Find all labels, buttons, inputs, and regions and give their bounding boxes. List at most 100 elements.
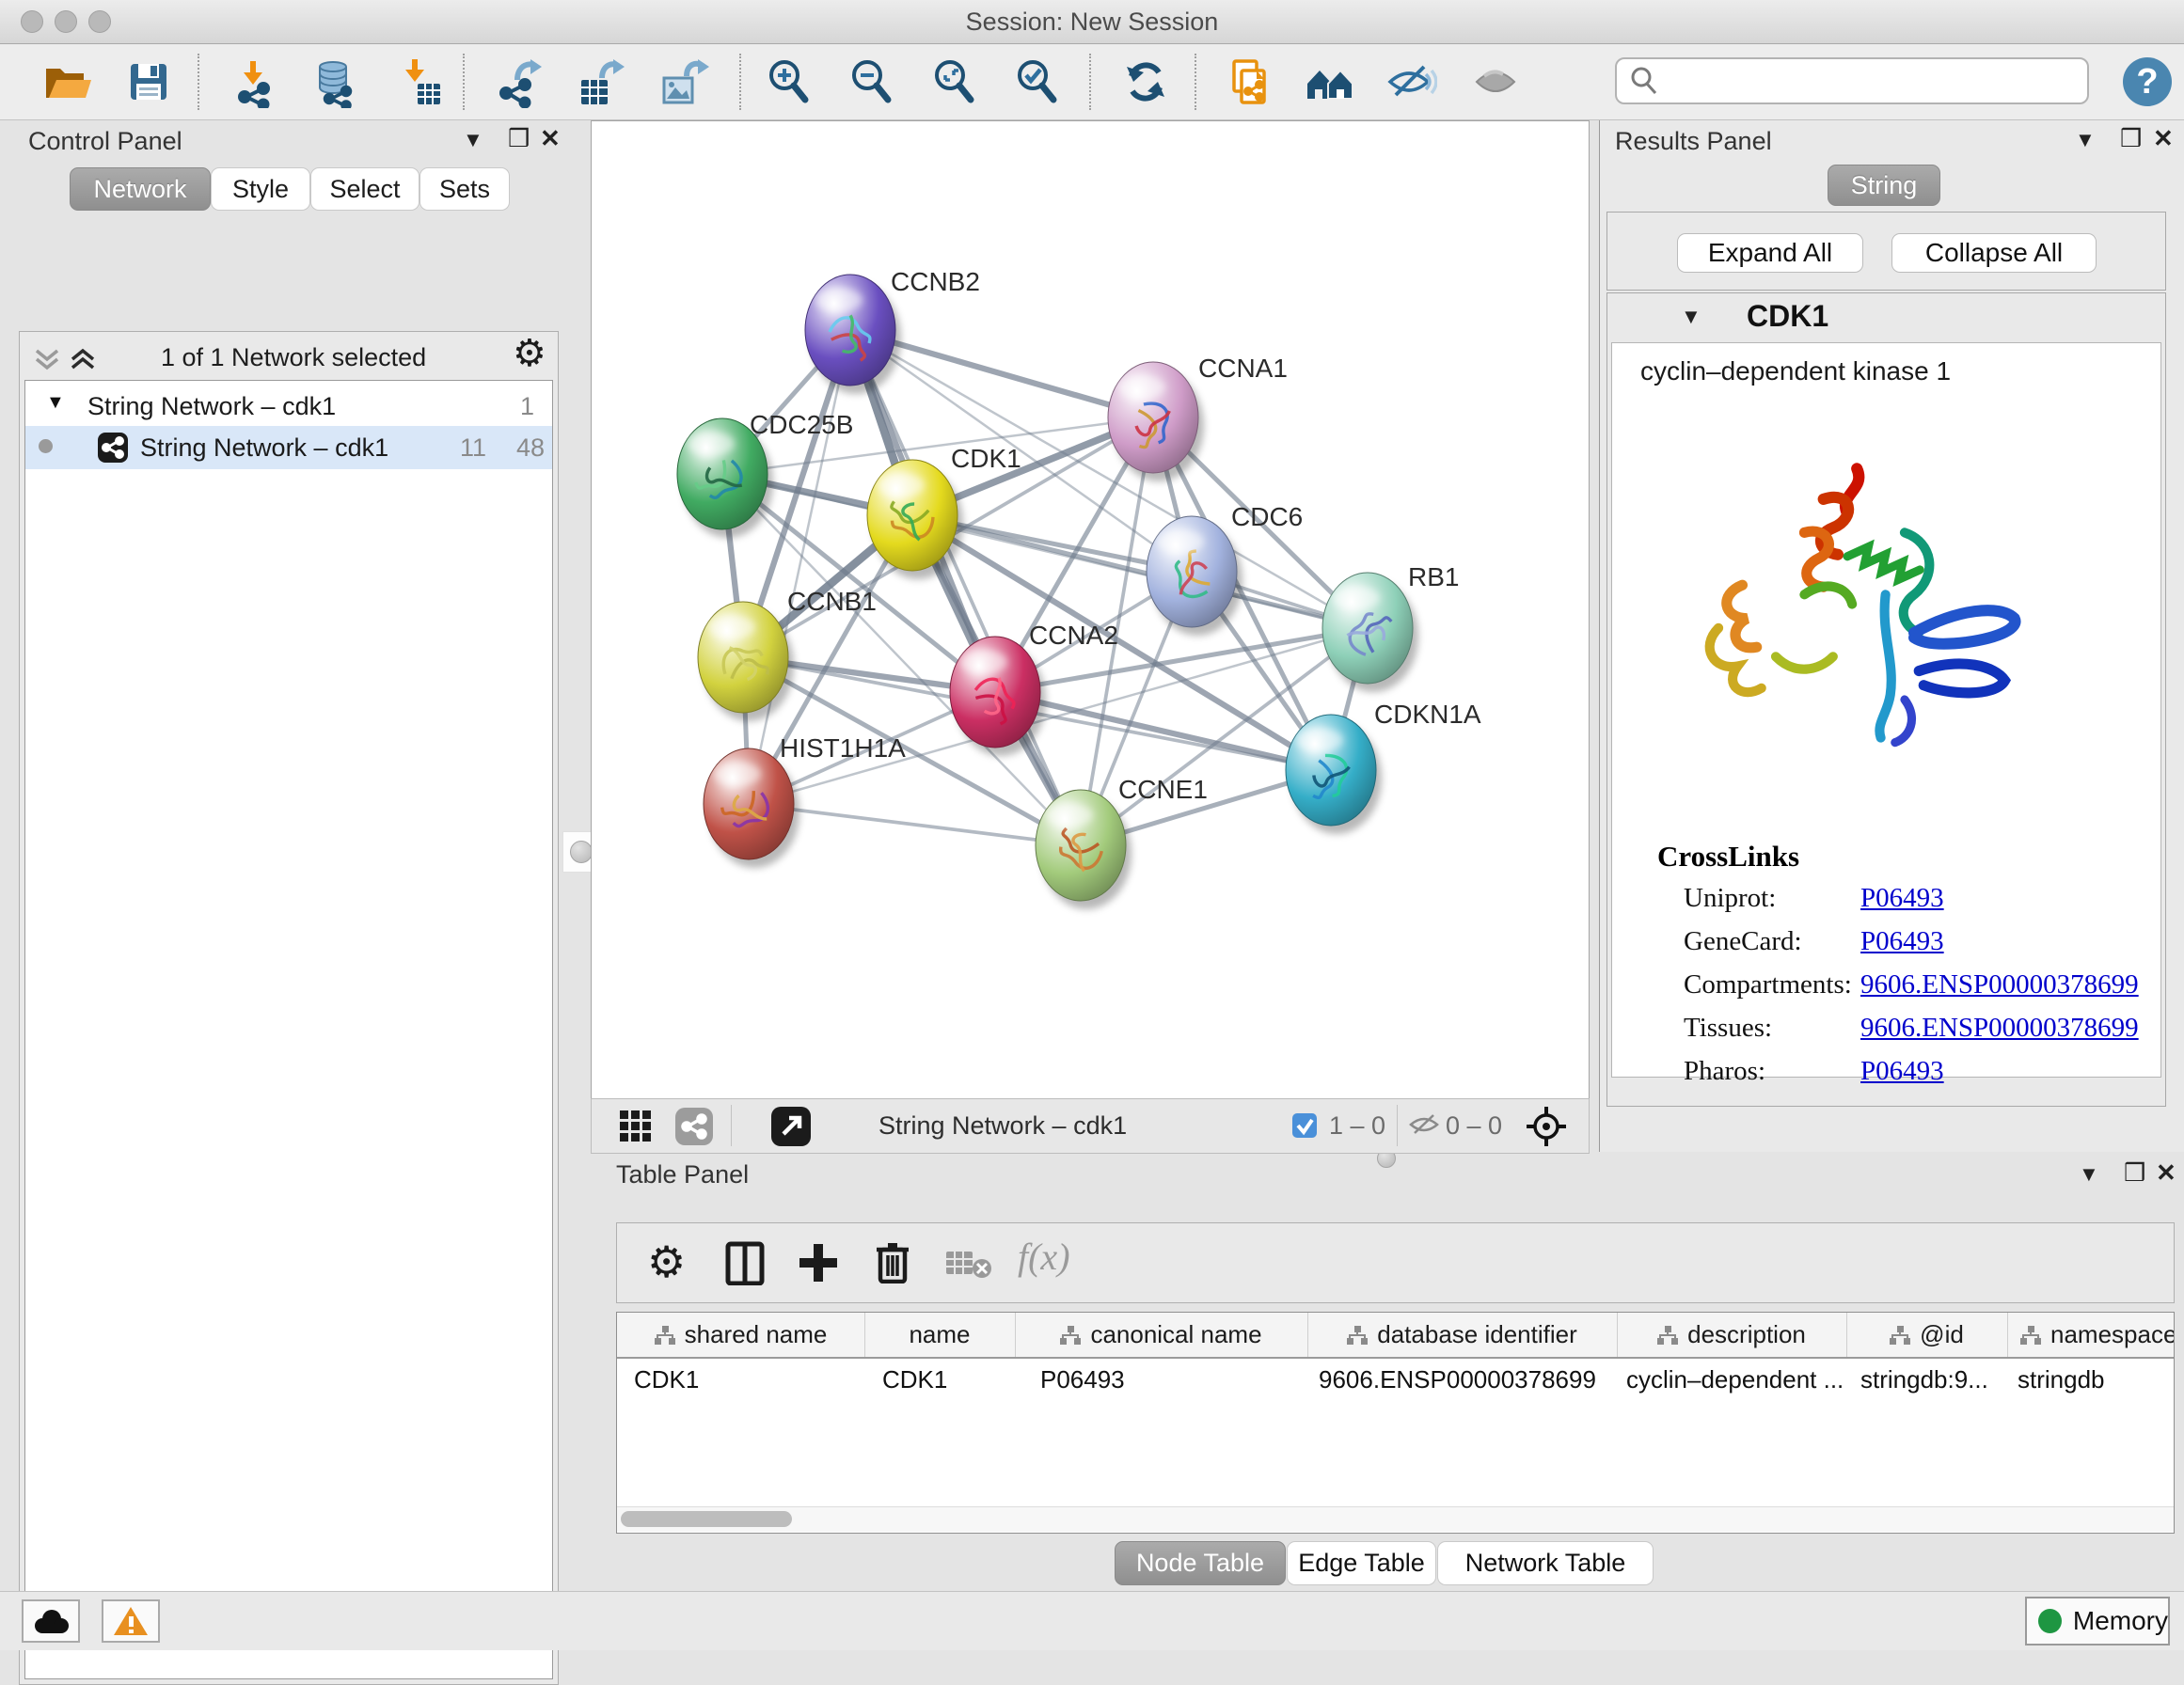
export-image-button[interactable] xyxy=(657,55,709,108)
column-header-canonical-name[interactable]: canonical name xyxy=(1015,1313,1308,1357)
create-column-icon[interactable] xyxy=(796,1240,841,1290)
tab-string[interactable]: String xyxy=(1828,165,1940,206)
table-panel-title: Table Panel xyxy=(616,1160,749,1189)
column-header-name[interactable]: name xyxy=(864,1313,1016,1357)
help-button[interactable]: ? xyxy=(2118,53,2176,116)
network-node-CDK1[interactable]: CDK1 xyxy=(867,444,1021,579)
memory-button[interactable]: Memory xyxy=(2025,1597,2170,1646)
export-image-icon xyxy=(657,55,709,108)
zoom-in-button[interactable] xyxy=(762,55,815,108)
scrollbar-thumb[interactable] xyxy=(621,1511,792,1527)
import-network-button[interactable] xyxy=(229,55,282,108)
grid-view-icon[interactable] xyxy=(618,1109,654,1149)
zoom-selected-button[interactable] xyxy=(1010,55,1063,108)
gene-symbol: CDK1 xyxy=(1747,299,1828,334)
network-node-CCNB2[interactable]: CCNB2 xyxy=(805,267,980,394)
float-panel-button[interactable]: ❒ xyxy=(2124,1158,2145,1187)
delete-column-icon[interactable] xyxy=(869,1238,914,1288)
cloud-status-button[interactable] xyxy=(22,1599,80,1643)
float-panel-button[interactable]: ❒ xyxy=(2120,124,2142,152)
gene-details: cyclin–dependent kinase 1 xyxy=(1611,342,2161,1078)
network-edge[interactable] xyxy=(912,515,1368,628)
tab-network[interactable]: Network xyxy=(70,167,211,211)
apply-layout-button[interactable] xyxy=(1119,55,1172,108)
show-columns-icon[interactable] xyxy=(722,1240,768,1290)
search-input[interactable] xyxy=(1668,66,2087,97)
protein-structure-image xyxy=(1659,442,2026,766)
crosslink-link[interactable]: 9606.ENSP00000378699 xyxy=(1860,969,2139,1000)
open-in-window-button[interactable] xyxy=(770,1106,812,1152)
expand-all-networks-icon[interactable] xyxy=(69,345,97,378)
node-label-CCNE1: CCNE1 xyxy=(1118,775,1208,804)
crosslink-link[interactable]: 9606.ENSP00000378699 xyxy=(1860,1013,2139,1044)
network-row[interactable]: String Network – cdk1 11 48 xyxy=(25,426,552,469)
collection-expander-icon[interactable]: ▼ xyxy=(46,392,65,414)
tab-edge-table[interactable]: Edge Table xyxy=(1287,1541,1436,1585)
tab-network-table[interactable]: Network Table xyxy=(1437,1541,1654,1585)
network-options-gear-icon[interactable]: ⚙ xyxy=(513,332,546,375)
crosslink-link[interactable]: P06493 xyxy=(1860,926,1944,957)
network-collection-row[interactable]: ▼ String Network – cdk1 1 xyxy=(25,385,552,428)
collapse-panel-button[interactable]: ▼ xyxy=(2079,1160,2099,1189)
node-table[interactable]: shared name name canonical name database… xyxy=(616,1312,2175,1534)
tab-style[interactable]: Style xyxy=(211,167,310,211)
title-bar: Session: New Session xyxy=(0,0,2184,44)
save-session-button[interactable] xyxy=(122,55,175,108)
network-canvas[interactable]: CCNB2CCNA1CDC25BCDK1CDC6RB1CCNB1CCNA2CDK… xyxy=(591,120,1590,1099)
collection-count: 1 xyxy=(520,392,534,421)
birdseye-toggle-icon[interactable] xyxy=(1525,1105,1568,1153)
zoom-out-button[interactable] xyxy=(845,55,897,108)
tab-select[interactable]: Select xyxy=(310,167,419,211)
export-table-button[interactable] xyxy=(574,55,626,108)
network-node-RB1[interactable]: RB1 xyxy=(1322,562,1459,692)
open-session-button[interactable] xyxy=(40,55,92,108)
network-view-icon[interactable] xyxy=(674,1107,714,1151)
collapse-all-networks-icon[interactable] xyxy=(33,345,61,378)
network-node-CDC6[interactable]: CDC6 xyxy=(1147,502,1303,636)
crosslink-link[interactable]: P06493 xyxy=(1860,1056,1944,1087)
network-node-CDKN1A[interactable]: CDKN1A xyxy=(1286,700,1481,834)
network-node-HIST1H1A[interactable]: HIST1H1A xyxy=(704,733,906,868)
close-panel-button[interactable]: ✕ xyxy=(540,124,561,152)
zoom-selected-icon xyxy=(1010,55,1063,108)
import-network-from-database-button[interactable] xyxy=(309,55,361,108)
import-table-button[interactable] xyxy=(393,55,446,108)
expand-all-button[interactable]: Expand All xyxy=(1677,233,1863,273)
collapse-panel-button[interactable]: ▼ xyxy=(2075,126,2096,154)
hide-selected-button[interactable] xyxy=(1385,55,1437,108)
network-edge[interactable] xyxy=(850,330,1081,845)
crosslink-link[interactable]: P06493 xyxy=(1860,883,1944,914)
column-header-namespace[interactable]: namespace xyxy=(2007,1313,2175,1357)
close-panel-button[interactable]: ✕ xyxy=(2156,1158,2176,1187)
warnings-button[interactable] xyxy=(102,1599,160,1643)
table-options-gear-icon[interactable]: ⚙ xyxy=(647,1236,686,1287)
zoom-fit-button[interactable] xyxy=(927,55,980,108)
network-node-CCNE1[interactable]: CCNE1 xyxy=(1036,775,1208,909)
network-node-count: 11 xyxy=(460,433,486,463)
float-panel-button[interactable]: ❒ xyxy=(508,124,530,152)
tab-node-table[interactable]: Node Table xyxy=(1115,1541,1286,1585)
network-node-CCNB1[interactable]: CCNB1 xyxy=(698,587,877,721)
selected-checkbox-icon[interactable] xyxy=(1291,1112,1318,1143)
show-hidden-button[interactable] xyxy=(1469,55,1522,108)
column-header-description[interactable]: description xyxy=(1617,1313,1847,1357)
search-field[interactable] xyxy=(1615,57,2089,104)
copy-network-button[interactable] xyxy=(1223,55,1275,108)
node-label-CCNA2: CCNA2 xyxy=(1029,621,1118,650)
column-header-database-identifier[interactable]: database identifier xyxy=(1307,1313,1618,1357)
collapse-panel-button[interactable]: ▼ xyxy=(463,126,483,154)
export-network-button[interactable] xyxy=(493,55,546,108)
import-table-icon xyxy=(393,55,446,108)
column-header-id[interactable]: @id xyxy=(1846,1313,2008,1357)
show-all-networks-button[interactable] xyxy=(1304,55,1356,108)
close-panel-button[interactable]: ✕ xyxy=(2153,124,2174,152)
gene-expander-icon[interactable]: ▼ xyxy=(1681,305,1701,329)
collapse-all-button[interactable]: Collapse All xyxy=(1891,233,2097,273)
tab-sets[interactable]: Sets xyxy=(419,167,510,211)
shared-column-icon xyxy=(1657,1326,1678,1345)
function-builder-icon: f(x) xyxy=(1018,1235,1070,1279)
table-horizontal-scrollbar[interactable] xyxy=(617,1506,2174,1532)
node-label-CCNB1: CCNB1 xyxy=(787,587,877,616)
crosslink-label: GeneCard: xyxy=(1684,926,1802,957)
column-header-shared-name[interactable]: shared name xyxy=(617,1313,865,1357)
